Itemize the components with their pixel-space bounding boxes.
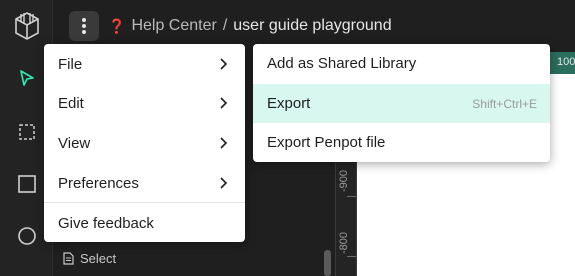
menu-item-file[interactable]: File	[44, 44, 245, 84]
main-menu: File Edit View Preferences Give feedback	[44, 44, 245, 242]
menu-item-label: Add as Shared Library	[267, 55, 417, 72]
layers-scrollbar[interactable]	[324, 250, 331, 276]
chevron-right-icon	[220, 137, 228, 149]
menu-item-label: File	[58, 55, 83, 73]
menu-item-label: Edit	[58, 94, 84, 112]
menu-item-add-shared-library[interactable]: Add as Shared Library	[253, 44, 550, 83]
layer-item-label: Select	[80, 250, 117, 266]
file-name[interactable]: user guide playground	[233, 17, 391, 35]
menu-item-give-feedback[interactable]: Give feedback	[44, 203, 245, 243]
vertical-dots-icon	[82, 18, 86, 34]
page-icon	[63, 251, 74, 265]
penpot-logo-icon[interactable]	[0, 4, 53, 48]
menu-item-preferences[interactable]: Preferences	[44, 163, 245, 203]
menu-item-edit[interactable]: Edit	[44, 83, 245, 123]
main-menu-button[interactable]	[69, 11, 99, 41]
chevron-right-icon	[220, 177, 228, 189]
layer-item[interactable]: Select	[63, 249, 116, 267]
menu-item-label: Export Penpot file	[267, 134, 386, 151]
chevron-right-icon	[220, 97, 228, 109]
menu-item-view[interactable]: View	[44, 123, 245, 163]
ruler-label: -900	[338, 169, 350, 192]
ruler-label: -800	[338, 231, 350, 254]
project-name[interactable]: Help Center	[131, 17, 216, 35]
menu-item-label: Give feedback	[58, 214, 154, 232]
menu-item-export-penpot-file[interactable]: Export Penpot file	[253, 123, 550, 162]
menu-item-label: Preferences	[58, 174, 139, 192]
menu-item-label: View	[58, 134, 91, 152]
chevron-right-icon	[220, 58, 228, 70]
menu-item-label: Export	[267, 95, 311, 112]
breadcrumb: ❓ Help Center / user guide playground	[108, 14, 392, 38]
ruler-tick	[347, 256, 356, 257]
ruler-tick	[347, 196, 356, 197]
help-icon: ❓	[108, 17, 126, 34]
menu-item-export[interactable]: Export Shift+Ctrl+E	[253, 84, 550, 123]
breadcrumb-separator: /	[222, 17, 228, 34]
shortcut-label: Shift+Ctrl+E	[472, 96, 537, 111]
file-submenu: Add as Shared Library Export Shift+Ctrl+…	[253, 44, 550, 162]
